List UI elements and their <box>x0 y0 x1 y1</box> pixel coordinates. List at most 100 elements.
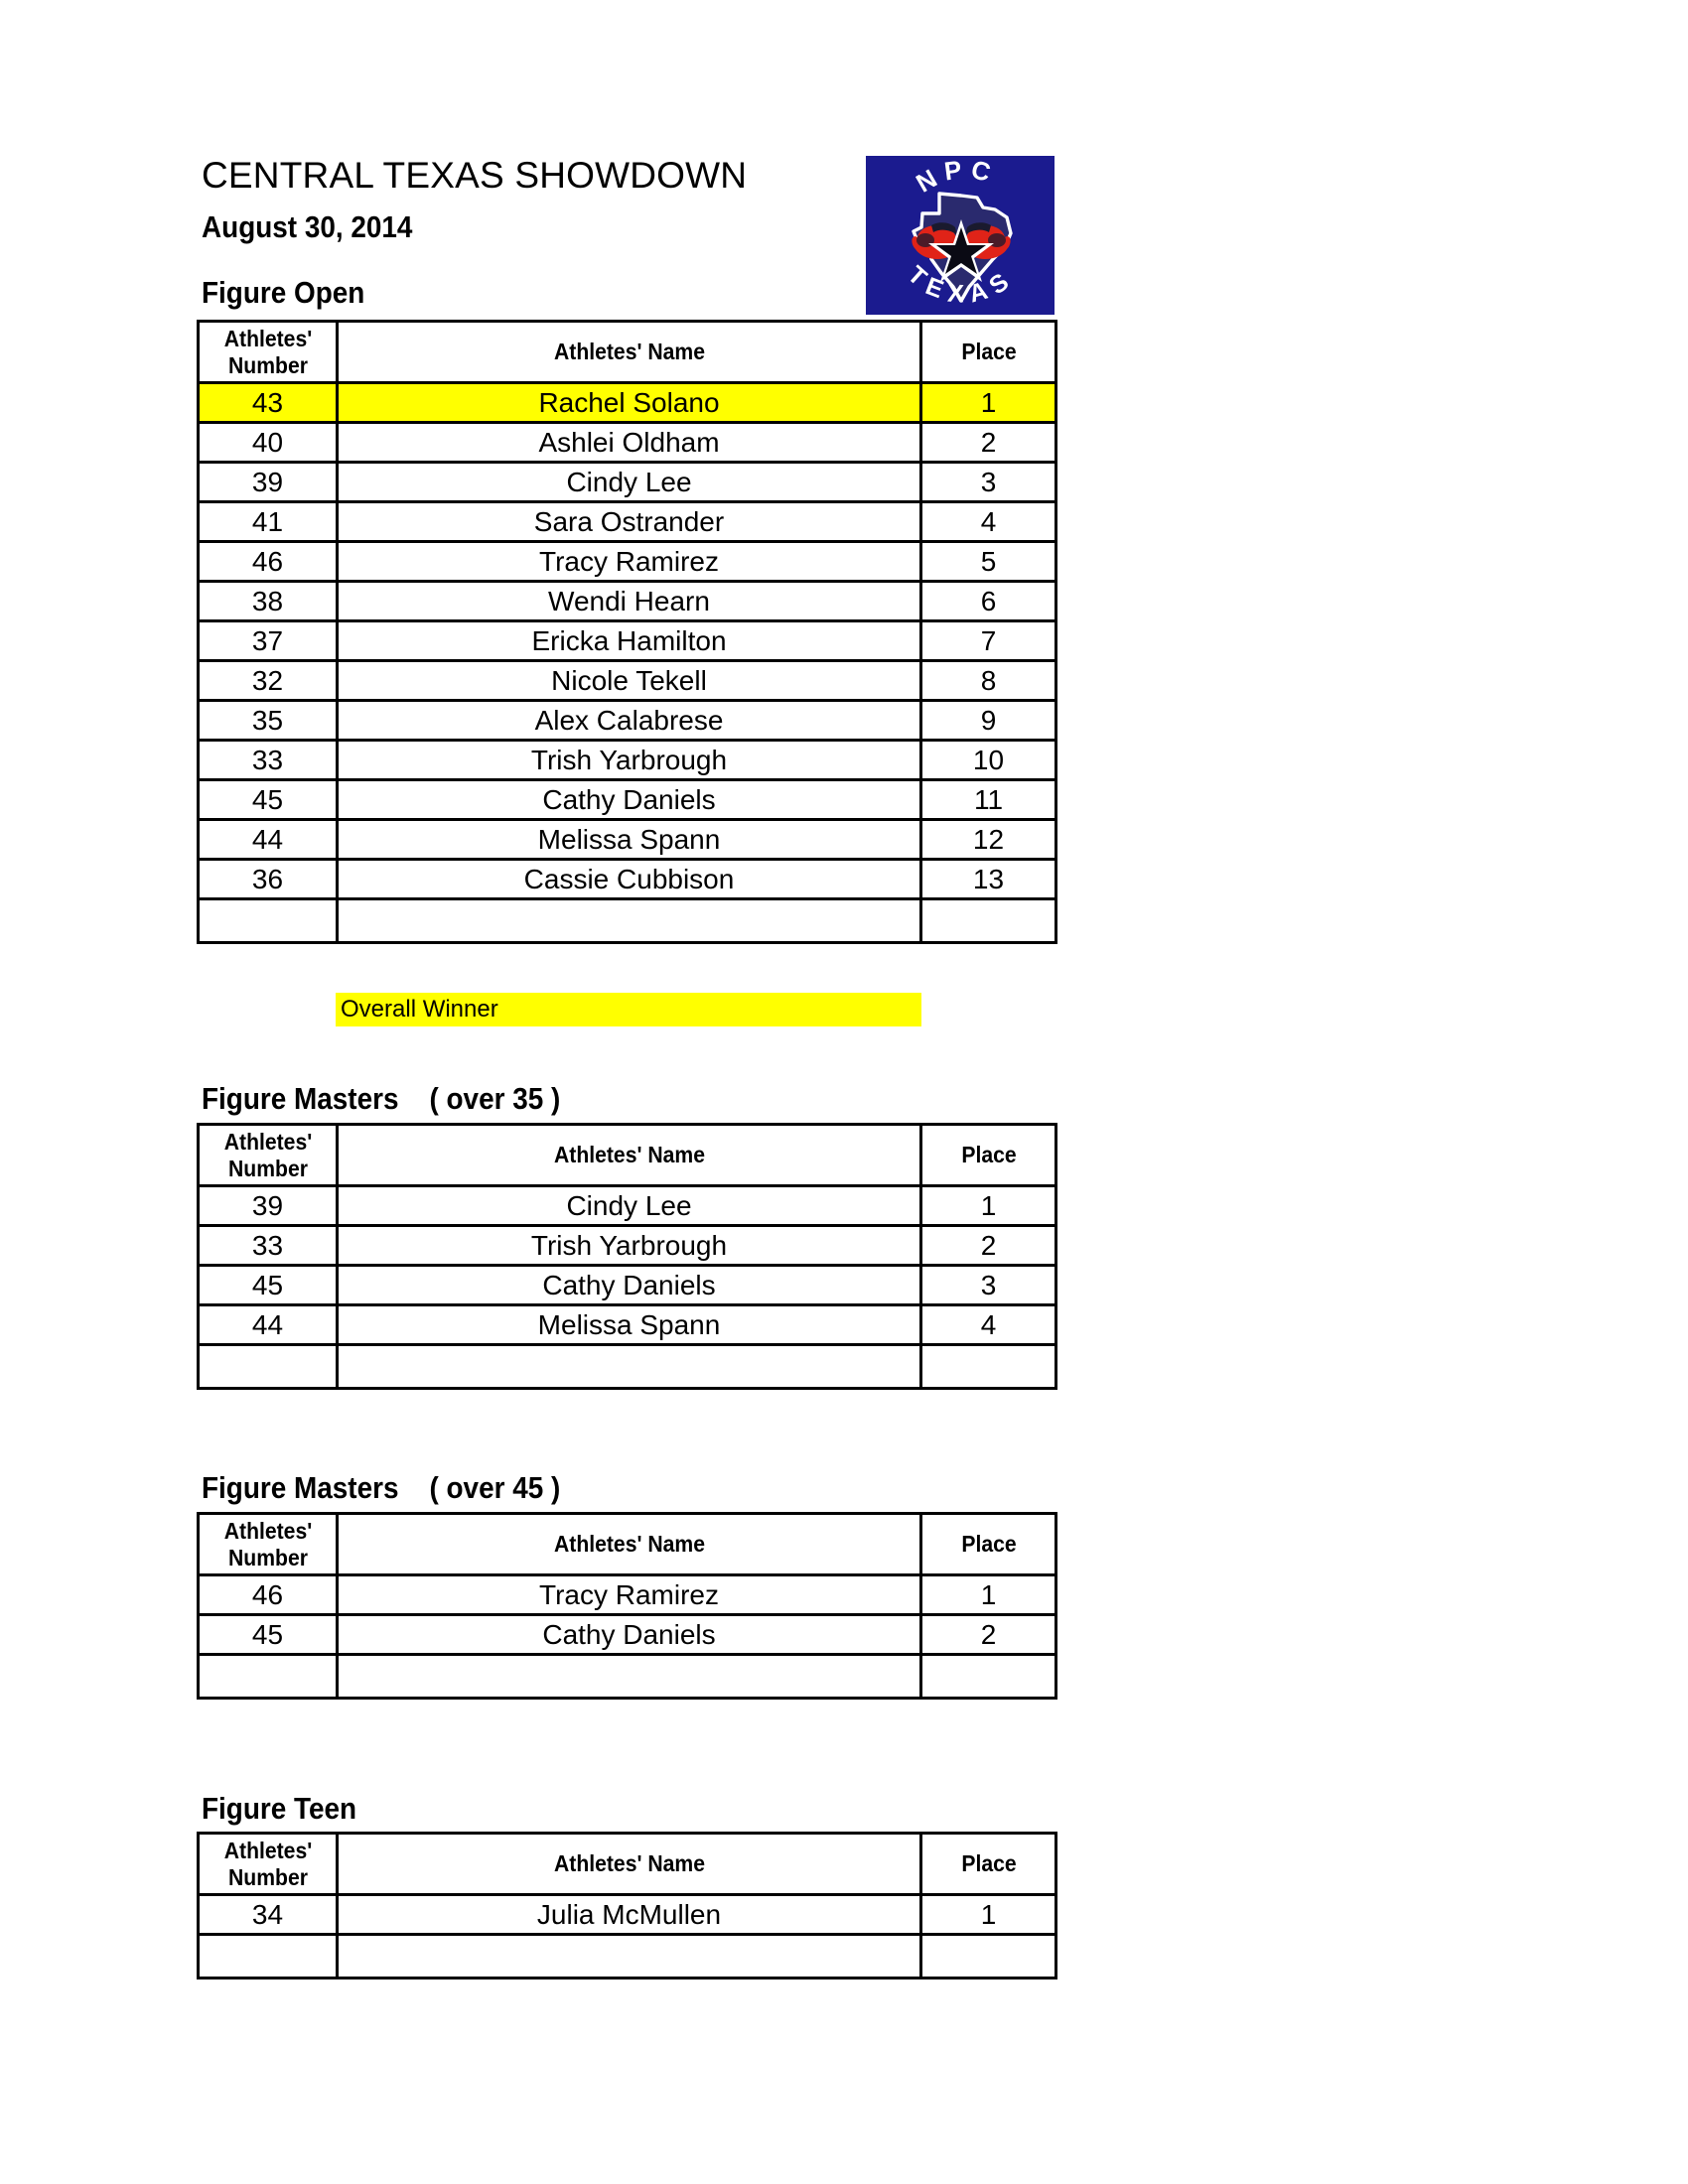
cell-number: 44 <box>197 1303 339 1346</box>
column-header-place: Place <box>924 1123 1053 1187</box>
cell-empty <box>919 1933 1057 1979</box>
table-row: 32 Nicole Tekell 8 <box>197 659 1057 702</box>
column-header-athletes-number: Athletes' Number <box>202 1123 334 1187</box>
cell-place: 4 <box>919 500 1057 543</box>
cell-name: Cathy Daniels <box>336 1264 922 1306</box>
table-row: 38 Wendi Hearn 6 <box>197 580 1057 622</box>
table-row: 45 Cathy Daniels 11 <box>197 778 1057 821</box>
cell-number: 44 <box>197 818 339 861</box>
section-heading-figure-masters-over-45: Figure Masters ( over 45 ) <box>202 1470 561 1505</box>
column-header-place: Place <box>924 1512 1053 1576</box>
cell-number: 33 <box>197 739 339 781</box>
column-header-athletes-name: Athletes' Name <box>358 1832 900 1896</box>
cell-place: 1 <box>919 1573 1057 1616</box>
cell-number: 38 <box>197 580 339 622</box>
cell-number: 33 <box>197 1224 339 1267</box>
column-header-number-line2: Number <box>227 1544 308 1570</box>
cell-number: 45 <box>197 1613 339 1656</box>
document-page: CENTRAL TEXAS SHOWDOWN August 30, 2014 N… <box>0 0 1688 2184</box>
cell-place: 11 <box>919 778 1057 821</box>
results-table-figure-teen: Athletes' Number Athletes' Name Place 34 Juli… <box>197 1832 1057 1979</box>
cell-name: Nicole Tekell <box>336 659 922 702</box>
cell-place: 10 <box>919 739 1057 781</box>
cell-place: 9 <box>919 699 1057 742</box>
table-row: 39 Cindy Lee 1 <box>197 1184 1057 1227</box>
cell-place: 12 <box>919 818 1057 861</box>
cell-number: 43 <box>197 381 339 424</box>
cell-number: 40 <box>197 421 339 464</box>
cell-name: Cindy Lee <box>336 1184 922 1227</box>
table-row-blank <box>197 1933 1057 1979</box>
table-row: 40 Ashlei Oldham 2 <box>197 421 1057 464</box>
cell-number: 46 <box>197 1573 339 1616</box>
cell-place: 3 <box>919 461 1057 503</box>
cell-number: 39 <box>197 461 339 503</box>
table-row: 33 Trish Yarbrough 10 <box>197 739 1057 781</box>
table-row-blank <box>197 1653 1057 1700</box>
cell-place: 7 <box>919 619 1057 662</box>
cell-place: 1 <box>919 1184 1057 1227</box>
column-header-place: Place <box>924 320 1053 384</box>
event-date: August 30, 2014 <box>202 209 413 244</box>
results-table-figure-masters-over-35: Athletes' Number Athletes' Name Place 39 Cind… <box>197 1123 1057 1390</box>
table-row-blank <box>197 897 1057 944</box>
cell-name: Melissa Spann <box>336 818 922 861</box>
cell-name: Cathy Daniels <box>336 778 922 821</box>
cell-name: Cassie Cubbison <box>336 858 922 900</box>
column-header-number-line2: Number <box>227 351 308 378</box>
cell-name: Melissa Spann <box>336 1303 922 1346</box>
column-header-athletes-name: Athletes' Name <box>358 1512 900 1576</box>
column-header-athletes-number: Athletes' Number <box>202 320 334 384</box>
cell-number: 34 <box>197 1893 339 1936</box>
column-header-athletes-name: Athletes' Name <box>358 1123 900 1187</box>
cell-place: 4 <box>919 1303 1057 1346</box>
cell-place: 2 <box>919 1613 1057 1656</box>
column-header-place: Place <box>924 1832 1053 1896</box>
table-row: 44 Melissa Spann 12 <box>197 818 1057 861</box>
document-header: CENTRAL TEXAS SHOWDOWN August 30, 2014 <box>202 154 857 247</box>
cell-empty <box>919 897 1057 944</box>
section-heading-figure-open: Figure Open <box>202 275 365 310</box>
table-row: 46 Tracy Ramirez 1 <box>197 1573 1057 1616</box>
npc-texas-logo-graphic: NPC TEXAS <box>866 156 1055 315</box>
table-row: 43 Rachel Solano 1 <box>197 381 1057 424</box>
cell-empty <box>197 1653 339 1700</box>
column-header-athletes-number: Athletes' Number <box>202 1832 334 1896</box>
cell-place: 13 <box>919 858 1057 900</box>
page-title: CENTRAL TEXAS SHOWDOWN <box>202 155 748 196</box>
cell-number: 35 <box>197 699 339 742</box>
results-table-figure-open: Athletes' Number Athletes' Name Place 43 Rach… <box>197 320 1057 944</box>
cell-name: Cindy Lee <box>336 461 922 503</box>
cell-empty <box>197 897 339 944</box>
cell-name: Tracy Ramirez <box>336 540 922 583</box>
cell-empty <box>336 1933 922 1979</box>
cell-empty <box>197 1343 339 1390</box>
table-row: 45 Cathy Daniels 3 <box>197 1264 1057 1306</box>
table-row: 36 Cassie Cubbison 13 <box>197 858 1057 900</box>
table-row-blank <box>197 1343 1057 1390</box>
cell-empty <box>336 1653 922 1700</box>
table-header-row: Athletes' Number Athletes' Name Place <box>199 1512 1056 1576</box>
cell-empty <box>919 1343 1057 1390</box>
cell-empty <box>197 1933 339 1979</box>
table-row: 46 Tracy Ramirez 5 <box>197 540 1057 583</box>
cell-empty <box>919 1653 1057 1700</box>
table-row: 44 Melissa Spann 4 <box>197 1303 1057 1346</box>
cell-place: 3 <box>919 1264 1057 1306</box>
table-row: 45 Cathy Daniels 2 <box>197 1613 1057 1656</box>
table-row: 41 Sara Ostrander 4 <box>197 500 1057 543</box>
section-heading-figure-teen: Figure Teen <box>202 1791 357 1826</box>
cell-name: Julia McMullen <box>336 1893 922 1936</box>
cell-place: 8 <box>919 659 1057 702</box>
cell-place: 2 <box>919 421 1057 464</box>
cell-number: 36 <box>197 858 339 900</box>
column-header-athletes-name: Athletes' Name <box>358 320 900 384</box>
table-header-row: Athletes' Number Athletes' Name Place <box>199 1123 1056 1187</box>
column-header-number-line1: Athletes' <box>223 1517 312 1544</box>
cell-name: Ashlei Oldham <box>336 421 922 464</box>
section-heading-figure-masters-over-35: Figure Masters ( over 35 ) <box>202 1081 561 1116</box>
cell-name: Ericka Hamilton <box>336 619 922 662</box>
cell-number: 45 <box>197 778 339 821</box>
column-header-number-line1: Athletes' <box>223 325 312 351</box>
cell-place: 5 <box>919 540 1057 583</box>
